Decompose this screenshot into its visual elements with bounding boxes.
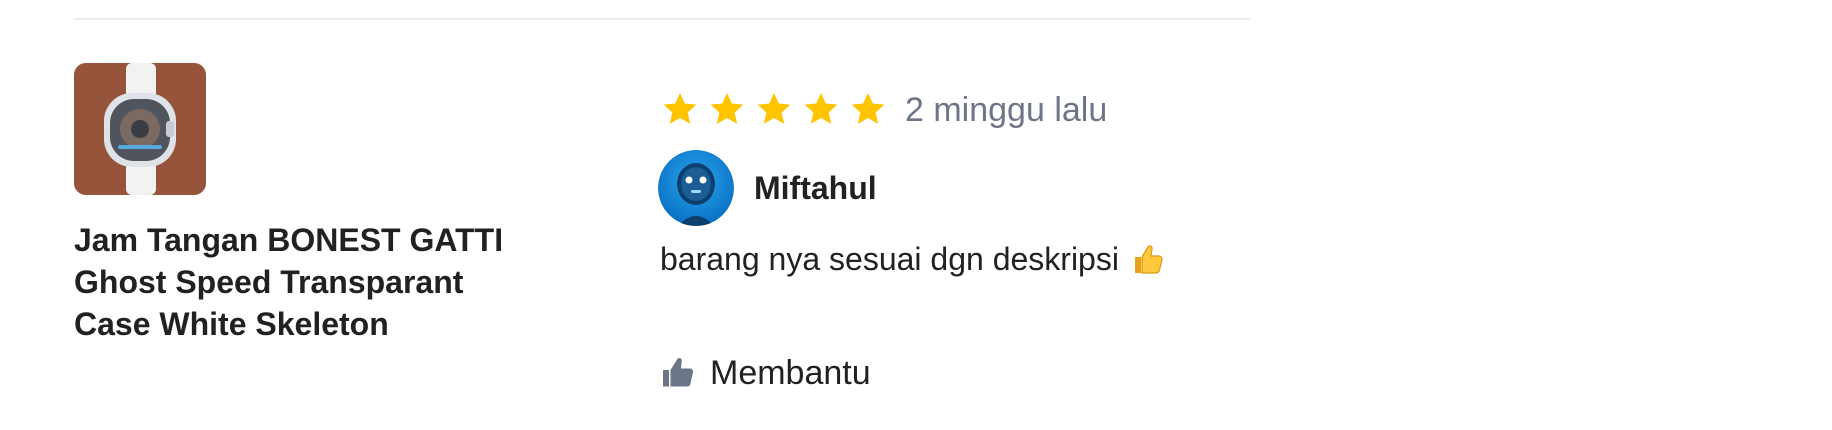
star-icon [710,93,744,124]
star-icon [757,93,791,124]
top-divider [74,18,1250,20]
robot-avatar-icon [658,150,734,226]
helpful-button[interactable]: Membantu [660,350,871,396]
review-date: 2 minggu lalu [905,91,1108,129]
reviewer: Miftahul [658,150,877,226]
product-name[interactable]: Jam Tangan BONEST GATTI Ghost Speed Tran… [74,219,544,345]
thumbs-up-icon [663,358,694,387]
thumbs-up-emoji-icon: 👍 [1129,241,1163,274]
reviewer-name[interactable]: Miftahul [754,170,877,207]
review-body: barang nya sesuai dgn deskripsi [660,241,1119,277]
watch-thumbnail-icon [74,63,206,195]
product-image[interactable] [74,63,206,195]
helpful-label: Membantu [710,353,871,392]
star-icon [663,93,697,124]
star-rating [660,90,895,130]
rating-row: 2 minggu lalu [660,86,1107,134]
thumbs-up-emoji-glyph: 👍 [1129,241,1131,242]
star-icon [851,93,885,124]
star-icon [804,93,838,124]
review-text: barang nya sesuai dgn deskripsi 👍 [660,238,1165,280]
